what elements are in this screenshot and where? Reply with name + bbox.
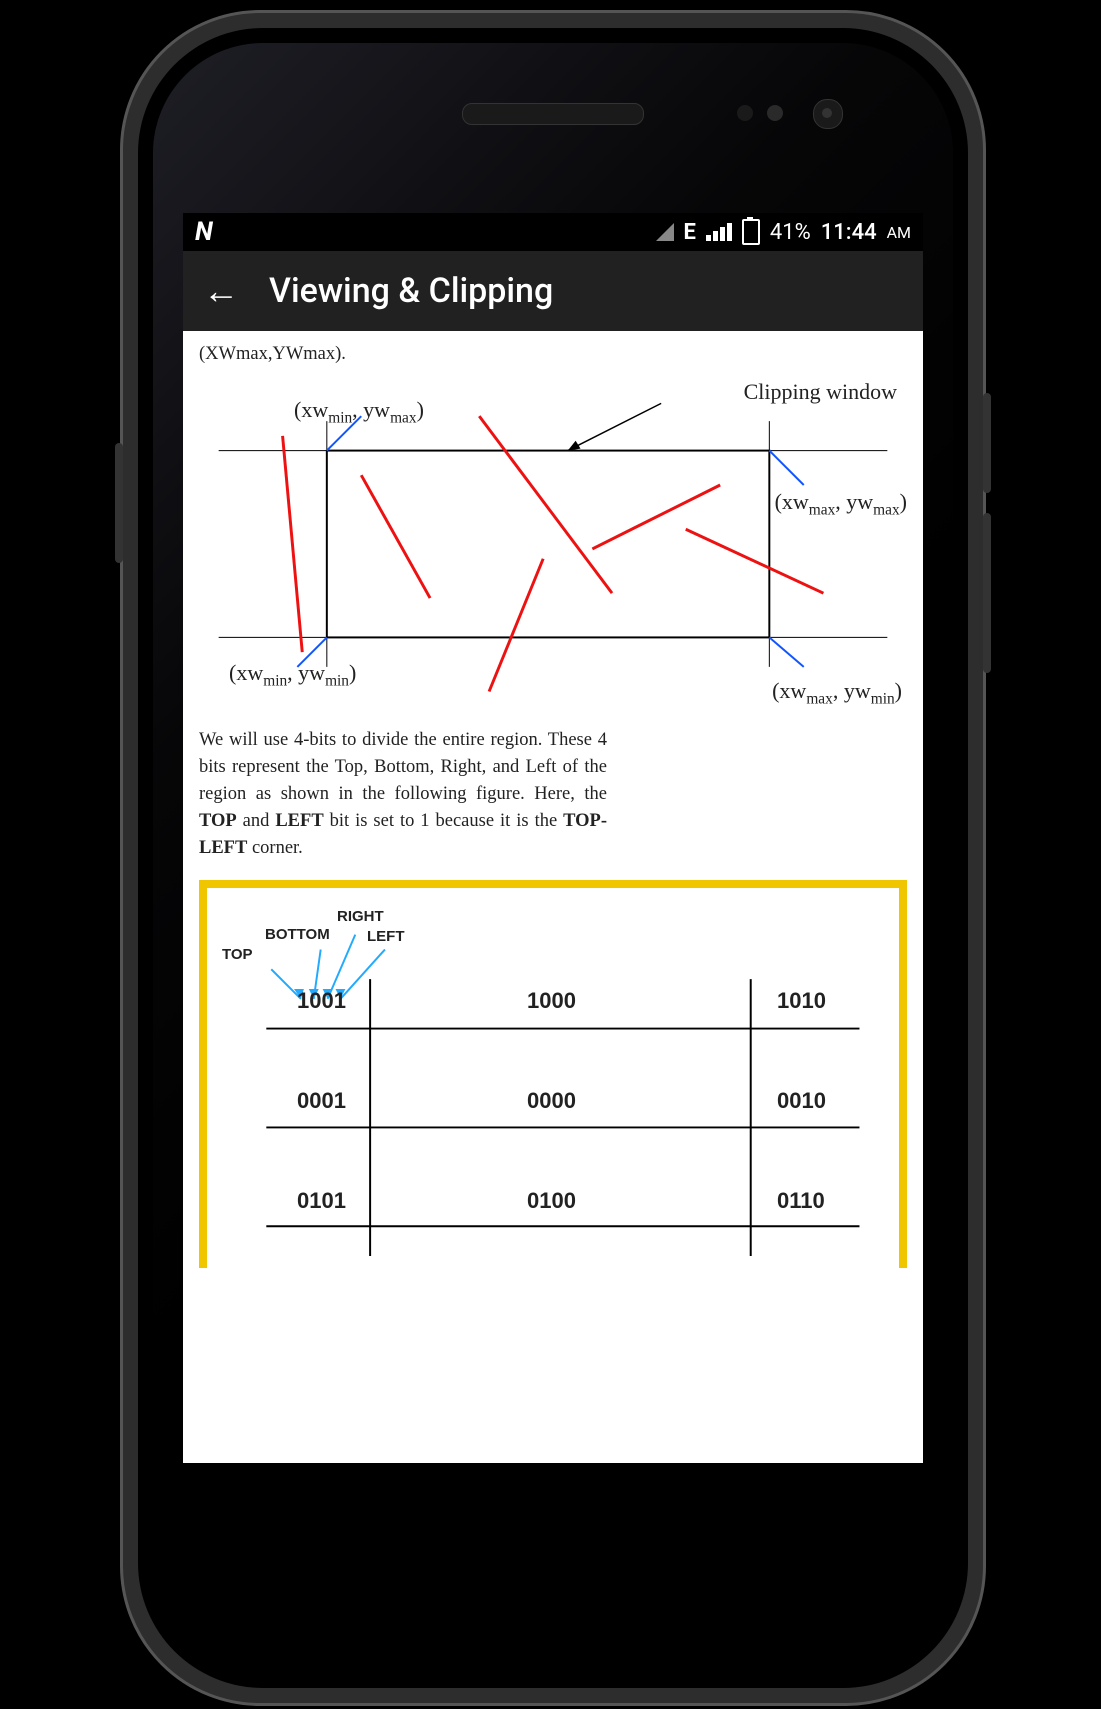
sensor-dot <box>767 105 783 121</box>
code-br: 0110 <box>777 1188 825 1214</box>
code-mc: 0000 <box>527 1088 576 1114</box>
region-codes-figure: TOP BOTTOM RIGHT LEFT 1001 1000 1010 000… <box>199 880 907 1268</box>
clock-ampm: AM <box>887 223 911 242</box>
app-bar: ← Viewing & Clipping <box>183 251 923 331</box>
side-button <box>983 393 991 493</box>
front-camera <box>813 99 843 129</box>
signal-bars-icon <box>706 223 732 241</box>
code-tc: 1000 <box>527 988 576 1014</box>
screen: N E 41% 11:44 AM <box>183 213 923 1463</box>
code-bc: 0100 <box>527 1188 576 1214</box>
side-button <box>983 513 991 673</box>
clipping-window-figure: Clipping window (xwmin, ywmax) (xwmax, y… <box>199 379 907 709</box>
clock-time: 11:44 <box>821 220 877 245</box>
corner-bl-label: (xwmin, ywmin) <box>229 660 356 690</box>
code-mr: 0010 <box>777 1088 826 1114</box>
network-type: E <box>684 220 696 245</box>
body-paragraph: We will use 4-bits to divide the entire … <box>199 727 607 861</box>
status-bar: N E 41% 11:44 AM <box>183 213 923 251</box>
bit-label-right: RIGHT <box>337 908 384 925</box>
phone-bezel: N E 41% 11:44 AM <box>138 28 968 1688</box>
code-bl: 0101 <box>297 1188 346 1214</box>
blank-area <box>199 1268 907 1408</box>
back-button[interactable]: ← <box>203 273 239 309</box>
stage: N E 41% 11:44 AM <box>0 0 1101 1709</box>
sensor-dot <box>737 105 753 121</box>
document-content[interactable]: (XWmax,YWmax). <box>183 331 923 1408</box>
corner-br-label: (xwmax, ywmin) <box>772 678 902 708</box>
phone-frame: N E 41% 11:44 AM <box>120 10 986 1706</box>
speaker-grill <box>462 103 644 125</box>
code-ml: 0001 <box>297 1088 346 1114</box>
corner-tl-label: (xwmin, ywmax) <box>294 397 424 427</box>
corner-tr-label: (xwmax, ywmax) <box>775 489 907 519</box>
battery-level: 41% <box>770 220 811 245</box>
bit-label-left: LEFT <box>367 928 405 945</box>
bit-label-bottom: BOTTOM <box>265 926 330 943</box>
battery-icon <box>742 219 760 245</box>
android-n-icon: N <box>195 217 213 247</box>
code-tr: 1010 <box>777 988 826 1014</box>
partial-text: (XWmax,YWmax). <box>199 341 907 369</box>
bit-label-top: TOP <box>222 946 253 963</box>
code-tl: 1001 <box>297 988 346 1014</box>
side-button <box>115 443 123 563</box>
page-title: Viewing & Clipping <box>269 271 553 311</box>
clipping-window-label: Clipping window <box>744 379 897 405</box>
phone-glass: N E 41% 11:44 AM <box>153 43 953 1673</box>
signal-empty-icon <box>656 223 674 241</box>
